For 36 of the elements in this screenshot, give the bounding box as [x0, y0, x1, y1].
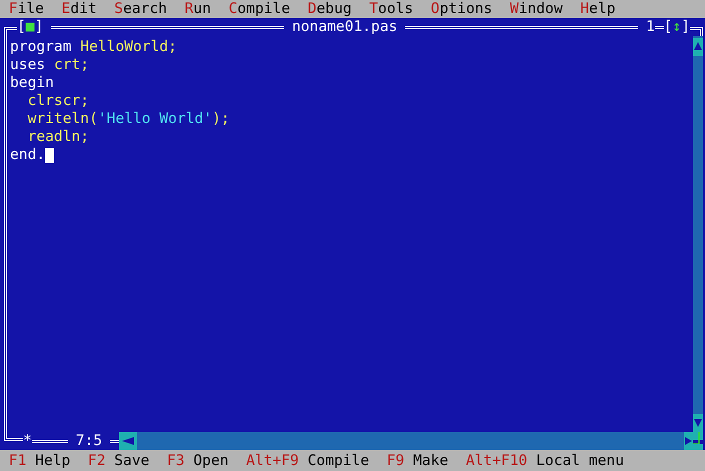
code-line: begin: [10, 74, 54, 92]
shortcut-hint[interactable]: F9 Make: [386, 452, 448, 470]
cursor-position: 7:5: [76, 432, 102, 450]
menu-item[interactable]: Options: [430, 0, 492, 18]
shortcut-hint[interactable]: Alt+F9 Compile: [246, 452, 370, 470]
code-line: uses crt;: [10, 56, 90, 74]
menu-item[interactable]: Debug: [308, 0, 352, 18]
scroll-right-icon[interactable]: [684, 432, 693, 450]
shortcut-hint[interactable]: F3 Open: [167, 452, 229, 470]
shortcut-hint[interactable]: Alt+F10 Local menu: [466, 452, 624, 470]
code-line: writeln('Hello World');: [26, 110, 230, 128]
code-line: end.: [10, 146, 46, 164]
menu-item[interactable]: Help: [580, 0, 616, 18]
vertical-scrollbar[interactable]: [693, 36, 703, 432]
window-number: 1: [646, 18, 655, 36]
modified-indicator: *: [23, 432, 32, 450]
menu-item[interactable]: Tools: [369, 0, 414, 18]
scroll-left-icon[interactable]: [118, 432, 137, 450]
code-line: readln;: [26, 128, 90, 146]
menu-item[interactable]: Edit: [62, 0, 97, 18]
resize-corner-icon[interactable]: [693, 432, 703, 450]
menu-item[interactable]: File: [8, 0, 44, 18]
window-title: noname01.pas: [292, 18, 398, 36]
code-line: program HelloWorld;: [10, 38, 177, 56]
scroll-down-icon[interactable]: [693, 414, 703, 432]
shortcut-hint[interactable]: F2 Save: [88, 452, 150, 470]
scroll-up-icon[interactable]: [693, 38, 703, 56]
menu-item[interactable]: Search: [114, 0, 168, 18]
zoom-button[interactable]: [↕]: [664, 18, 690, 36]
menu-item[interactable]: Window: [510, 0, 563, 18]
menu-item[interactable]: Compile: [228, 0, 290, 18]
shortcut-hint[interactable]: F1 Help: [8, 452, 70, 470]
close-button[interactable]: [■]: [17, 18, 44, 36]
code-line: clrscr;: [26, 92, 90, 110]
menu-item[interactable]: Run: [184, 0, 211, 18]
horizontal-scrollbar[interactable]: [118, 432, 693, 450]
